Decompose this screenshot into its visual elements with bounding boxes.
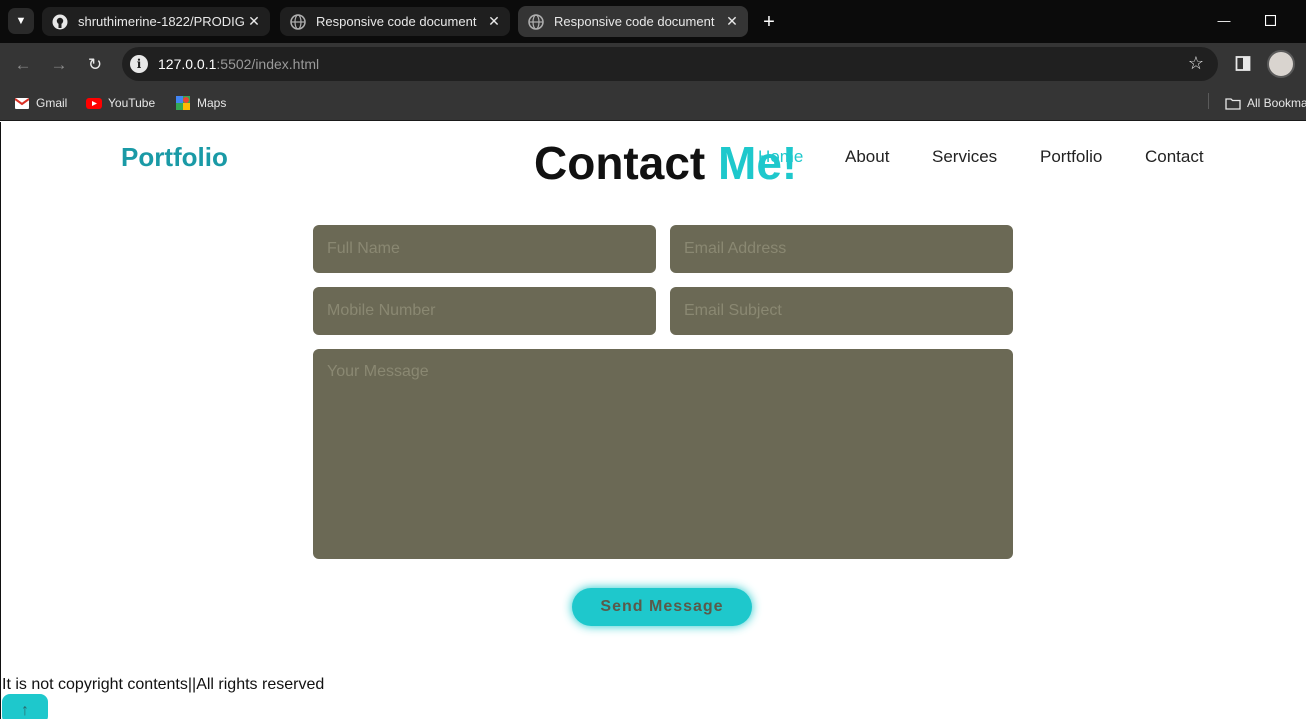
reload-button[interactable]: ↻ — [82, 52, 108, 78]
globe-icon — [528, 13, 544, 30]
scroll-top-button[interactable]: ↑ — [2, 694, 48, 719]
arrow-up-icon: ↑ — [21, 702, 29, 719]
nav-contact[interactable]: Contact — [1145, 147, 1204, 167]
message-textarea[interactable] — [313, 349, 1013, 559]
email-input[interactable] — [670, 225, 1013, 273]
info-icon[interactable]: i — [130, 55, 148, 73]
forward-button[interactable]: → — [46, 52, 72, 78]
nav-home[interactable]: Home — [758, 147, 803, 167]
full-name-input[interactable] — [313, 225, 656, 273]
folder-icon — [1225, 97, 1241, 110]
arrow-left-icon: ← — [14, 55, 32, 74]
page-viewport: Portfolio Contact Me! Home About Service… — [0, 122, 1306, 719]
github-icon — [52, 14, 68, 30]
url-text: 127.0.0.1:5502/index.html — [158, 56, 319, 72]
reload-icon: ↻ — [87, 55, 103, 74]
nav-about[interactable]: About — [845, 147, 889, 167]
bookmark-label: Gmail — [36, 96, 68, 110]
site-logo[interactable]: Portfolio — [121, 142, 228, 173]
side-panel-icon — [1235, 56, 1251, 71]
tab-title: shruthimerine-1822/PRODIGY_W — [78, 14, 244, 29]
bookmarks-bar: Gmail YouTube Maps All Bookma — [0, 85, 1306, 121]
arrow-right-icon: → — [50, 55, 68, 74]
maps-icon — [175, 96, 191, 110]
gmail-icon — [14, 97, 30, 109]
bookmark-label: YouTube — [108, 96, 156, 110]
title-main: Contact — [534, 137, 706, 189]
tab-title: Responsive code document — [316, 14, 477, 29]
browser-toolbar: ← → ↻ i 127.0.0.1:5502/index.html ☆ — [0, 43, 1306, 85]
tab-responsive-1[interactable]: Responsive code document ✕ — [280, 7, 510, 36]
nav-portfolio[interactable]: Portfolio — [1040, 147, 1102, 167]
close-icon[interactable]: ✕ — [244, 12, 264, 32]
chevron-down-icon: ▼ — [15, 15, 27, 27]
mobile-input[interactable] — [313, 287, 656, 335]
new-tab-button[interactable]: + — [756, 9, 782, 35]
send-message-button[interactable]: Send Message — [572, 588, 752, 626]
bookmark-gmail[interactable]: Gmail — [14, 93, 67, 113]
tab-title: Responsive code document — [554, 14, 715, 29]
plus-icon: + — [763, 10, 775, 33]
bookmarks-divider — [1208, 93, 1209, 109]
minimize-icon: — — [1217, 12, 1231, 28]
maximize-icon — [1264, 14, 1276, 26]
close-icon[interactable]: ✕ — [484, 12, 504, 32]
bookmark-label: All Bookma — [1247, 96, 1306, 110]
youtube-icon — [86, 97, 102, 109]
maximize-button[interactable] — [1247, 0, 1293, 40]
bookmark-maps[interactable]: Maps — [175, 93, 226, 113]
address-bar[interactable]: i 127.0.0.1:5502/index.html ☆ — [122, 47, 1218, 81]
tab-strip: ▼ shruthimerine-1822/PRODIGY_W ✕ Respons… — [0, 0, 1306, 43]
bookmark-youtube[interactable]: YouTube — [86, 93, 155, 113]
nav-services[interactable]: Services — [932, 147, 997, 167]
profile-avatar[interactable] — [1267, 50, 1295, 78]
tab-responsive-active[interactable]: Responsive code document ✕ — [518, 6, 748, 37]
tab-github[interactable]: shruthimerine-1822/PRODIGY_W ✕ — [42, 7, 270, 36]
side-panel-button[interactable] — [1234, 54, 1254, 74]
tab-search-button[interactable]: ▼ — [8, 8, 34, 34]
subject-input[interactable] — [670, 287, 1013, 335]
bookmark-label: Maps — [197, 96, 227, 110]
minimize-button[interactable]: — — [1201, 0, 1247, 40]
url-host: 127.0.0.1 — [158, 56, 217, 72]
footer-text: It is not copyright contents||All rights… — [2, 676, 325, 693]
all-bookmarks[interactable]: All Bookma — [1225, 93, 1306, 113]
back-button[interactable]: ← — [10, 52, 36, 78]
url-path: :5502/index.html — [216, 56, 320, 72]
star-icon[interactable]: ☆ — [1188, 53, 1204, 74]
globe-icon — [290, 13, 306, 30]
close-icon[interactable]: ✕ — [722, 12, 742, 32]
